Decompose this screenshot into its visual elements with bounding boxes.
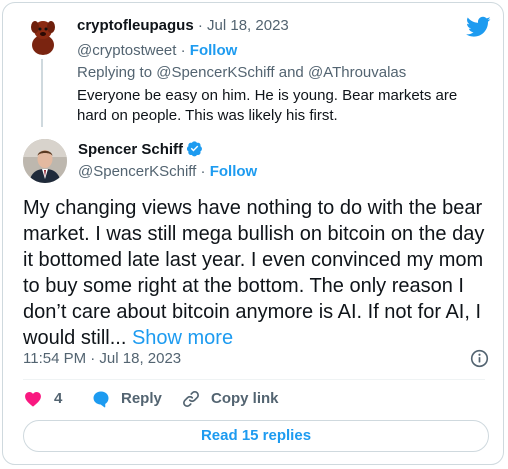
- author-name-row: Spencer Schiff: [78, 140, 203, 159]
- author-name[interactable]: Spencer Schiff: [78, 141, 183, 158]
- reply-header: cryptofleupagus · Jul 18, 2023: [77, 16, 289, 35]
- copy-link-button[interactable]: Copy link: [181, 387, 279, 411]
- link-icon: [183, 391, 199, 407]
- heart-icon: [25, 392, 41, 407]
- tweet-text-block: My changing views have nothing to do wit…: [23, 195, 493, 351]
- verified-badge-icon: [186, 141, 202, 157]
- reply-button[interactable]: Reply: [91, 387, 162, 411]
- info-icon[interactable]: [470, 349, 489, 368]
- reply-handle[interactable]: @cryptostweet: [77, 42, 176, 59]
- reply-follow-button[interactable]: Follow: [190, 42, 238, 59]
- reply-bubble-icon: [93, 391, 109, 408]
- reply-separator: ·: [197, 17, 203, 34]
- replying-user-2[interactable]: @AThrouvalas: [308, 64, 406, 81]
- reply-handle-row: @cryptostweet · Follow: [77, 41, 237, 60]
- replying-prefix: Replying to: [77, 64, 153, 81]
- replying-to-line: Replying to @SpencerKSchiff and @AThrouv…: [77, 63, 406, 82]
- author-handle-separator: ·: [200, 163, 206, 180]
- like-count: 4: [54, 390, 63, 407]
- reply-avatar[interactable]: [23, 15, 63, 55]
- reply-text: Everyone be easy on him. He is young. Be…: [77, 87, 458, 124]
- author-handle-row: @SpencerKSchiff · Follow: [78, 162, 257, 181]
- reply-author-name[interactable]: cryptofleupagus: [77, 17, 194, 34]
- reply-label: Reply: [121, 390, 162, 407]
- tweet-embed-card: cryptofleupagus · Jul 18, 2023 @cryptost…: [2, 2, 504, 465]
- reply-handle-separator: ·: [180, 42, 186, 59]
- read-replies-button[interactable]: Read 15 replies: [23, 420, 489, 452]
- show-more-link[interactable]: Show more: [132, 327, 233, 349]
- copy-link-label: Copy link: [211, 390, 279, 407]
- reply-date[interactable]: Jul 18, 2023: [207, 17, 289, 34]
- replying-user-1[interactable]: @SpencerKSchiff: [156, 64, 274, 81]
- twitter-bird-icon[interactable]: [466, 16, 491, 38]
- thread-connector: [41, 59, 43, 127]
- replying-and: and: [278, 64, 304, 81]
- author-handle[interactable]: @SpencerKSchiff: [78, 163, 196, 180]
- author-follow-button[interactable]: Follow: [210, 163, 258, 180]
- tweet-text: My changing views have nothing to do wit…: [23, 197, 485, 349]
- author-avatar[interactable]: [23, 139, 67, 183]
- like-button[interactable]: 4: [23, 387, 62, 411]
- actions-divider: [23, 379, 485, 380]
- tweet-timestamp[interactable]: 11:54 PM · Jul 18, 2023: [23, 349, 181, 368]
